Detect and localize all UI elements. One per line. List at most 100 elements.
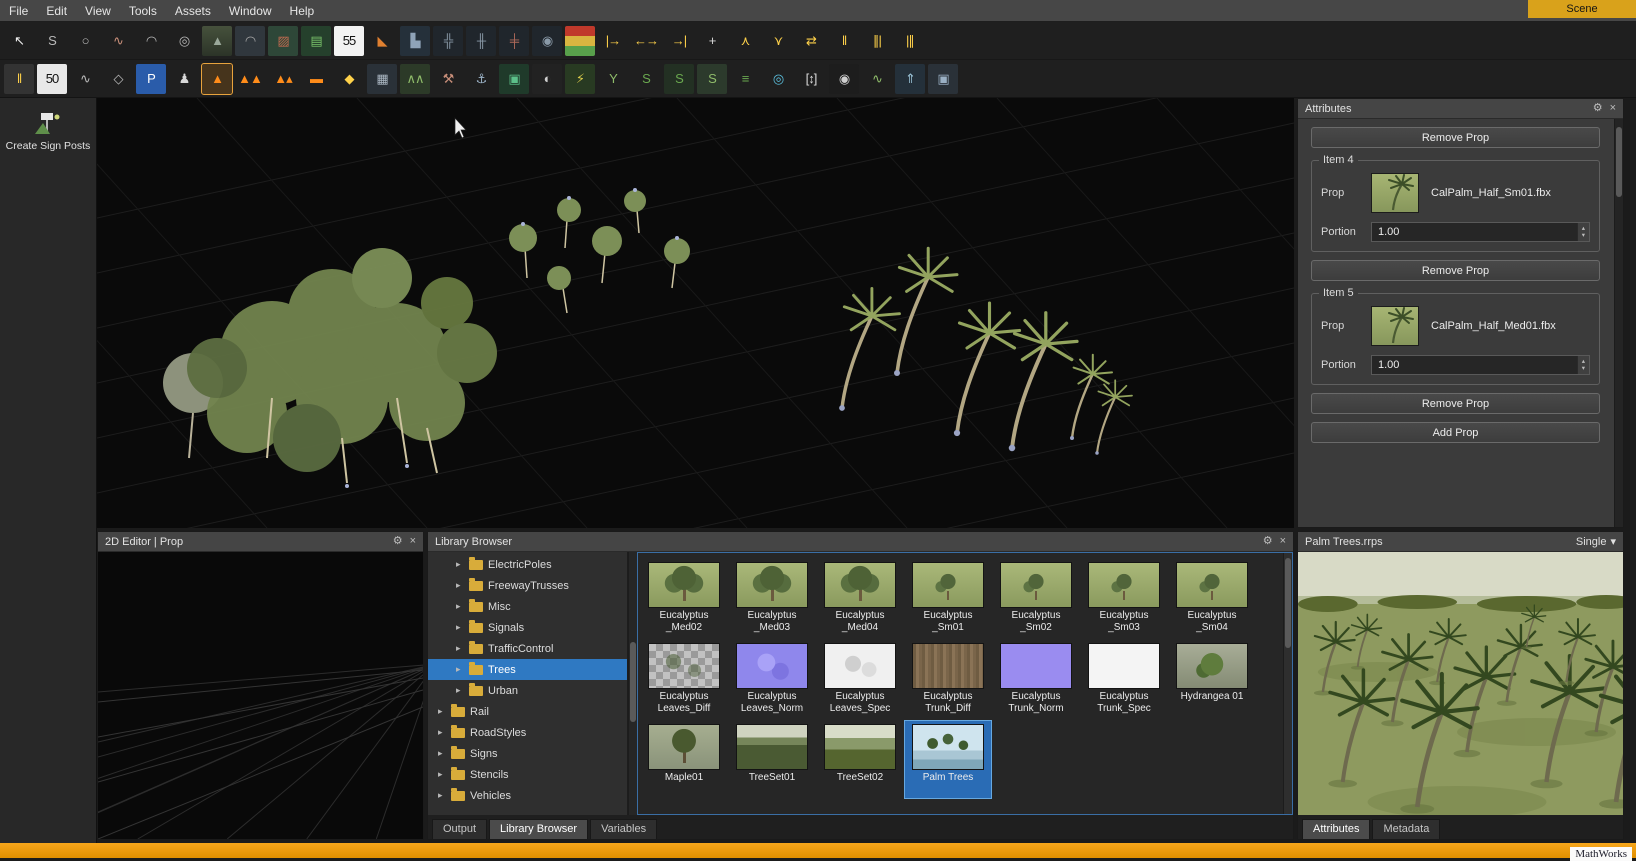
tree-item-stencils[interactable]: ▸ Stencils bbox=[428, 764, 627, 785]
expand-arrow-icon[interactable]: ▸ bbox=[438, 790, 451, 801]
spinner-up-icon[interactable]: ▴ bbox=[1582, 225, 1585, 232]
portion-input[interactable]: 1.00 ▴ ▾ bbox=[1371, 222, 1590, 242]
scrollbar-thumb[interactable] bbox=[1285, 558, 1291, 648]
create-sign-posts-tool[interactable]: Create Sign Posts bbox=[0, 106, 96, 156]
tab-metadata[interactable]: Metadata bbox=[1372, 819, 1441, 839]
building-blocks-tool-icon[interactable]: ▙ bbox=[400, 25, 430, 56]
add-prop-button[interactable]: Add Prop bbox=[1311, 422, 1600, 443]
expand-arrow-icon[interactable]: ▸ bbox=[438, 769, 451, 780]
scrollbar-thumb[interactable] bbox=[630, 642, 636, 722]
arc-road-tool-icon[interactable]: ◠ bbox=[136, 26, 166, 56]
asset-eucalyptus-leaves-diff[interactable]: Eucalyptus Leaves_Diff bbox=[641, 640, 727, 717]
expand-arrow-icon[interactable]: ▸ bbox=[438, 706, 451, 717]
warning-sign-tool-icon[interactable]: ◆ bbox=[334, 64, 364, 94]
surface-layer-tool-icon[interactable]: S bbox=[631, 64, 661, 94]
remove-prop-button[interactable]: Remove Prop bbox=[1311, 393, 1600, 414]
select-tool-icon[interactable]: ↖ bbox=[4, 26, 34, 56]
asset-maple01[interactable]: Maple01 bbox=[641, 721, 727, 798]
menu-assets[interactable]: Assets bbox=[166, 0, 220, 22]
branch-split-tool-icon[interactable]: Y bbox=[598, 64, 628, 94]
scene-tab[interactable]: Scene bbox=[1528, 0, 1636, 18]
camera-tool-icon[interactable]: ◉ bbox=[829, 63, 859, 94]
road-surface-tool-icon[interactable]: ▨ bbox=[268, 25, 298, 56]
anchor-tool-icon[interactable]: ⚓ bbox=[466, 64, 496, 94]
expand-arrow-icon[interactable]: ▸ bbox=[456, 643, 469, 654]
elevation-layers-tool-icon[interactable]: ≡ bbox=[730, 64, 760, 94]
traffic-signal-tool-icon[interactable] bbox=[565, 25, 595, 56]
lane-end-tool-icon[interactable]: →| bbox=[664, 26, 694, 56]
traffic-cone-tool-icon[interactable]: ▲ bbox=[201, 62, 233, 95]
lane-split-tool-icon[interactable]: ⋏ bbox=[730, 26, 760, 56]
ramp-corner-tool-icon[interactable]: ◣ bbox=[367, 26, 397, 56]
menu-file[interactable]: File bbox=[0, 0, 37, 22]
tree-item-signs[interactable]: ▸ Signs bbox=[428, 743, 627, 764]
spiral-road-tool-icon[interactable]: ◎ bbox=[169, 26, 199, 56]
asset-preview-viewport[interactable] bbox=[1298, 552, 1623, 815]
bridge-tool-icon[interactable]: ◠ bbox=[235, 25, 265, 56]
spline-road-tool-icon[interactable]: ∿ bbox=[103, 26, 133, 56]
tree-item-trafficcontrol[interactable]: ▸ TrafficControl bbox=[428, 638, 627, 659]
crosswalk-surface-tool-icon[interactable]: ▤ bbox=[301, 25, 331, 56]
intersection-tool-icon[interactable]: ╬ bbox=[433, 25, 463, 56]
lane-marking-triple-tool-icon[interactable]: |∥ bbox=[895, 26, 925, 56]
measure-tool-icon[interactable]: [↕] bbox=[796, 64, 826, 94]
asset-hydrangea01[interactable]: Hydrangea 01 bbox=[1169, 640, 1255, 717]
close-icon[interactable]: × bbox=[1610, 103, 1616, 114]
asset-eucalyptus-sm02[interactable]: Eucalyptus _Sm02 bbox=[993, 559, 1079, 636]
curve-s-tool-icon[interactable]: S bbox=[37, 26, 67, 56]
close-icon[interactable]: × bbox=[410, 536, 416, 547]
prop-thumbnail[interactable] bbox=[1371, 173, 1419, 213]
gear-icon[interactable]: ⚙ bbox=[1593, 103, 1603, 114]
portion-input[interactable]: 1.00 ▴ ▾ bbox=[1371, 355, 1590, 375]
display-mode-select[interactable]: Single ▾ bbox=[1576, 535, 1616, 549]
asset-eucalyptus-med02[interactable]: Eucalyptus _Med02 bbox=[641, 559, 727, 636]
scene-export-tool-icon[interactable]: ⇑ bbox=[895, 63, 925, 94]
asset-eucalyptus-trunk-spec[interactable]: Eucalyptus Trunk_Spec bbox=[1081, 640, 1167, 717]
2d-editor-viewport[interactable] bbox=[98, 552, 423, 839]
terrain-tool-icon[interactable]: ∧∧ bbox=[400, 63, 430, 94]
gear-icon[interactable]: ⚙ bbox=[393, 536, 403, 547]
tab-output[interactable]: Output bbox=[432, 819, 488, 839]
lane-add-tool-icon[interactable]: |→ bbox=[598, 26, 628, 56]
barricade-tool-icon[interactable]: ▬ bbox=[301, 64, 331, 94]
expand-arrow-icon[interactable]: ▸ bbox=[456, 580, 469, 591]
tree-item-signals[interactable]: ▸ Signals bbox=[428, 617, 627, 638]
close-icon[interactable]: × bbox=[1280, 536, 1286, 547]
expand-arrow-icon[interactable]: ▸ bbox=[456, 664, 469, 675]
asset-eucalyptus-leaves-spec[interactable]: Eucalyptus Leaves_Spec bbox=[817, 640, 903, 717]
spinner-down-icon[interactable]: ▾ bbox=[1582, 365, 1585, 372]
scrollbar-thumb[interactable] bbox=[1616, 127, 1622, 197]
asset-eucalyptus-sm04[interactable]: Eucalyptus _Sm04 bbox=[1169, 559, 1255, 636]
polygon-marking-tool-icon[interactable]: ◇ bbox=[103, 64, 133, 94]
parking-tool-icon[interactable]: P bbox=[136, 63, 166, 94]
expand-arrow-icon[interactable]: ▸ bbox=[456, 685, 469, 696]
surface-flatten-tool-icon[interactable]: S bbox=[697, 63, 727, 94]
menu-edit[interactable]: Edit bbox=[37, 0, 76, 22]
lane-width-tool-icon[interactable]: ←→ bbox=[631, 26, 661, 56]
location-pin-tool-icon[interactable]: ◎ bbox=[763, 64, 793, 94]
menu-tools[interactable]: Tools bbox=[120, 0, 166, 22]
lane-handle-tool-icon[interactable]: + bbox=[697, 26, 727, 56]
attributes-scrollbar[interactable] bbox=[1614, 119, 1623, 527]
asset-eucalyptus-med03[interactable]: Eucalyptus _Med03 bbox=[729, 559, 815, 636]
asset-eucalyptus-trunk-diff[interactable]: Eucalyptus Trunk_Diff bbox=[905, 640, 991, 717]
tab-library-browser[interactable]: Library Browser bbox=[489, 819, 589, 839]
tab-attributes[interactable]: Attributes bbox=[1302, 819, 1371, 839]
spinner-arrows[interactable]: ▴ ▾ bbox=[1576, 223, 1589, 241]
asset-scrollbar[interactable] bbox=[1283, 553, 1292, 814]
building-tool-icon[interactable]: ▦ bbox=[367, 63, 397, 94]
tree-item-electricpoles[interactable]: ▸ ElectricPoles bbox=[428, 554, 627, 575]
circle-road-tool-icon[interactable]: ○ bbox=[70, 26, 100, 56]
signpost-50-tool-icon[interactable]: 50 bbox=[37, 63, 67, 94]
tree-item-trees[interactable]: ▸ Trees bbox=[428, 659, 627, 680]
tree-item-freewaytrusses[interactable]: ▸ FreewayTrusses bbox=[428, 575, 627, 596]
asset-eucalyptus-sm01[interactable]: Eucalyptus _Sm01 bbox=[905, 559, 991, 636]
asset-eucalyptus-leaves-norm[interactable]: Eucalyptus Leaves_Norm bbox=[729, 640, 815, 717]
roundabout-tool-icon[interactable]: ◉ bbox=[532, 25, 562, 56]
tree-scrollbar[interactable] bbox=[628, 552, 637, 815]
spinner-arrows[interactable]: ▴ ▾ bbox=[1576, 356, 1589, 374]
cone-cluster-tool-icon[interactable]: ▲▴ bbox=[268, 64, 298, 94]
road-style-tool-icon[interactable]: ‖ bbox=[4, 63, 34, 94]
marking-curve-tool-icon[interactable]: ∿ bbox=[70, 64, 100, 94]
tree-item-urban[interactable]: ▸ Urban bbox=[428, 680, 627, 701]
